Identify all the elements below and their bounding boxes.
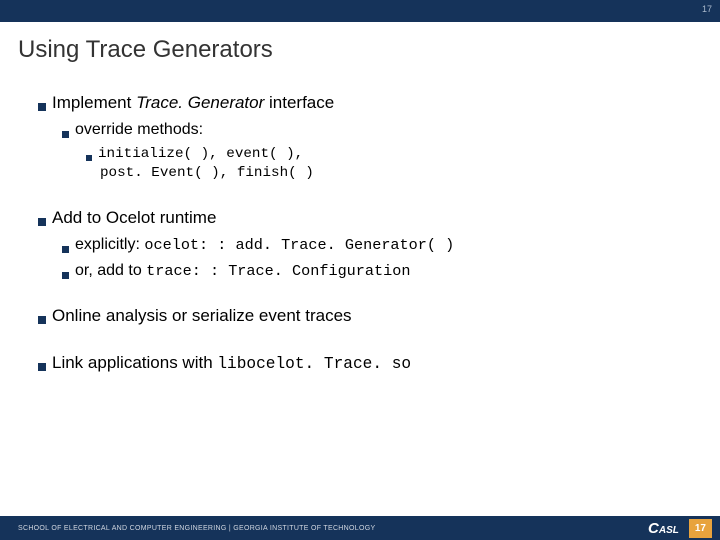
sub-bullet-text: explicitly: ocelot: : add. Trace. Genera… bbox=[75, 234, 454, 256]
square-bullet-icon bbox=[38, 316, 46, 324]
footer-right: CASL 17 bbox=[648, 519, 712, 538]
bullet-add-runtime: Add to Ocelot runtime explicitly: ocelot… bbox=[38, 207, 720, 281]
square-bullet-icon bbox=[38, 363, 46, 371]
square-bullet-icon bbox=[62, 131, 69, 138]
bullet-text: Link applications with libocelot. Trace.… bbox=[52, 352, 411, 376]
square-bullet-icon bbox=[38, 103, 46, 111]
slide-title: Using Trace Generators bbox=[0, 22, 720, 64]
top-page-number: 17 bbox=[702, 4, 712, 14]
sub-bullet-text: or, add to trace: : Trace. Configuration bbox=[75, 260, 410, 282]
code-text: initialize( ), event( ), bbox=[98, 145, 303, 164]
square-bullet-icon bbox=[86, 155, 92, 161]
square-bullet-icon bbox=[62, 246, 69, 253]
logo-letter: C bbox=[648, 520, 659, 537]
code-text: post. Event( ), finish( ) bbox=[100, 164, 314, 183]
sub-bullet-override: override methods: initialize( ), event( … bbox=[38, 119, 720, 183]
page-number-badge: 17 bbox=[689, 519, 712, 538]
logo-letters: ASL bbox=[659, 525, 679, 536]
bullet-text: Online analysis or serialize event trace… bbox=[52, 305, 352, 328]
square-bullet-icon bbox=[38, 218, 46, 226]
sub-bullet-text: override methods: bbox=[75, 119, 203, 141]
footer-affiliation: SCHOOL OF ELECTRICAL AND COMPUTER ENGINE… bbox=[18, 525, 375, 532]
sub-bullet-or-add: or, add to trace: : Trace. Configuration bbox=[38, 260, 720, 282]
footer-bar: SCHOOL OF ELECTRICAL AND COMPUTER ENGINE… bbox=[0, 516, 720, 540]
bullet-text: Add to Ocelot runtime bbox=[52, 207, 216, 230]
casl-logo: CASL bbox=[648, 520, 679, 537]
bullet-implement: Implement Trace. Generator interface ove… bbox=[38, 92, 720, 183]
bullet-online-analysis: Online analysis or serialize event trace… bbox=[38, 305, 720, 328]
slide-content: Implement Trace. Generator interface ove… bbox=[0, 64, 720, 376]
sub-sub-bullet-methods: initialize( ), event( ), post. Event( ),… bbox=[62, 145, 720, 183]
bullet-link-apps: Link applications with libocelot. Trace.… bbox=[38, 352, 720, 376]
top-bar: 17 bbox=[0, 0, 720, 22]
sub-bullet-explicitly: explicitly: ocelot: : add. Trace. Genera… bbox=[38, 234, 720, 256]
square-bullet-icon bbox=[62, 272, 69, 279]
bullet-text: Implement Trace. Generator interface bbox=[52, 92, 334, 115]
